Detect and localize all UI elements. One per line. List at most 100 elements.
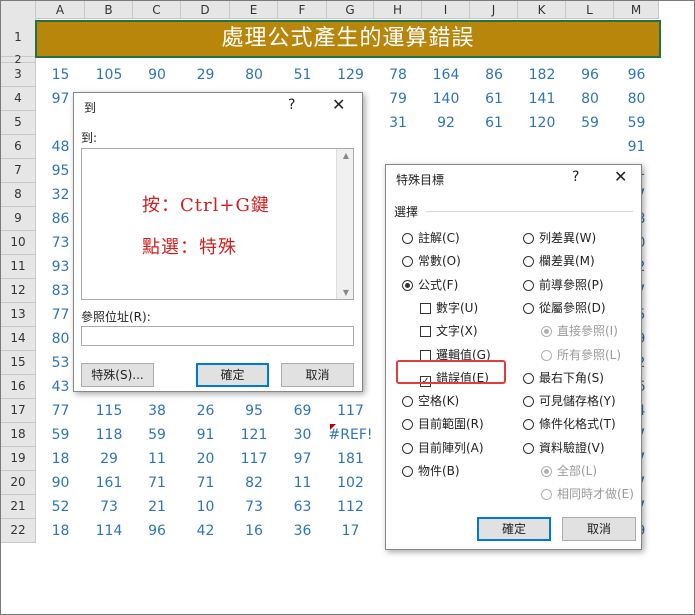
row-header-15[interactable]: 15 <box>1 351 36 375</box>
special-button[interactable]: 特殊(S)... <box>81 363 154 387</box>
cell-a21[interactable]: 52 <box>36 495 85 519</box>
radio-left_options-1[interactable]: 常數(O) <box>402 252 461 269</box>
cell-f21[interactable]: 63 <box>278 495 327 519</box>
cell-e17[interactable]: 95 <box>230 399 278 423</box>
cell-b19[interactable]: 29 <box>85 447 133 471</box>
cancel-button[interactable]: 取消 <box>281 363 354 387</box>
radio-right_options-3[interactable]: 從屬參照(D) <box>523 299 606 316</box>
radio-left_options-10[interactable]: 物件(B) <box>402 462 460 479</box>
cell-l3[interactable]: 96 <box>566 63 614 87</box>
radio-right_options-2[interactable]: 前導參照(P) <box>523 276 604 293</box>
cell-e20[interactable]: 82 <box>230 471 278 495</box>
row-header-1[interactable]: 1 <box>1 19 36 57</box>
cell-i5[interactable]: 92 <box>422 111 470 135</box>
radio-right_options-0[interactable]: 列差異(W) <box>523 229 596 246</box>
help-icon[interactable]: ? <box>572 169 579 185</box>
row-header-8[interactable]: 8 <box>1 183 36 207</box>
row-header-13[interactable]: 13 <box>1 303 36 327</box>
select-all-corner[interactable] <box>1 1 36 20</box>
row-header-18[interactable]: 18 <box>1 423 36 447</box>
cell-a22[interactable]: 18 <box>36 519 85 543</box>
cell-c17[interactable]: 38 <box>133 399 181 423</box>
cell-b20[interactable]: 161 <box>85 471 133 495</box>
cell-c22[interactable]: 96 <box>133 519 181 543</box>
cell-a19[interactable]: 18 <box>36 447 85 471</box>
cell-e21[interactable]: 73 <box>230 495 278 519</box>
row-header-21[interactable]: 21 <box>1 495 36 519</box>
cell-a18[interactable]: 59 <box>36 423 85 447</box>
cell-d22[interactable]: 42 <box>181 519 230 543</box>
row-header-20[interactable]: 20 <box>1 471 36 495</box>
column-header-m[interactable]: M <box>614 1 659 19</box>
cell-g3[interactable]: 129 <box>327 63 374 87</box>
radio-left_options-0[interactable]: 註解(C) <box>402 229 460 246</box>
cell-e22[interactable]: 16 <box>230 519 278 543</box>
row-header-19[interactable]: 19 <box>1 447 36 471</box>
column-header-b[interactable]: B <box>85 1 133 19</box>
column-header-k[interactable]: K <box>518 1 566 19</box>
goto-list-scrollbar[interactable] <box>336 149 353 299</box>
cell-a20[interactable]: 90 <box>36 471 85 495</box>
cell-c21[interactable]: 21 <box>133 495 181 519</box>
cell-j3[interactable]: 86 <box>470 63 518 87</box>
cell-f22[interactable]: 36 <box>278 519 327 543</box>
column-header-c[interactable]: C <box>133 1 181 19</box>
cell-c19[interactable]: 11 <box>133 447 181 471</box>
scroll-down-icon[interactable]: ▼ <box>343 288 349 297</box>
row-header-4[interactable]: 4 <box>1 87 36 111</box>
cell-d20[interactable]: 71 <box>181 471 230 495</box>
column-header-j[interactable]: J <box>470 1 518 19</box>
cell-j5[interactable]: 61 <box>470 111 518 135</box>
cell-l5[interactable]: 59 <box>566 111 614 135</box>
cell-b22[interactable]: 114 <box>85 519 133 543</box>
cell-b3[interactable]: 105 <box>85 63 133 87</box>
column-header-i[interactable]: I <box>422 1 470 19</box>
row-header-5[interactable]: 5 <box>1 111 36 135</box>
goto-list[interactable]: ▲ ▼ 按：Ctrl+G鍵 點選：特殊 <box>81 148 354 300</box>
cell-c20[interactable]: 71 <box>133 471 181 495</box>
cell-f3[interactable]: 51 <box>278 63 327 87</box>
cell-g19[interactable]: 181 <box>327 447 374 471</box>
radio-left_options-7[interactable]: 空格(K) <box>402 392 459 409</box>
cell-b21[interactable]: 73 <box>85 495 133 519</box>
reference-input[interactable] <box>81 326 354 346</box>
cell-e3[interactable]: 80 <box>230 63 278 87</box>
checkbox-left_options-4[interactable]: 文字(X) <box>420 322 478 339</box>
ok-button[interactable]: 確定 <box>477 517 551 541</box>
cell-g20[interactable]: 102 <box>327 471 374 495</box>
row-header-6[interactable]: 6 <box>1 135 36 159</box>
cell-d18[interactable]: 91 <box>181 423 230 447</box>
row-header-12[interactable]: 12 <box>1 279 36 303</box>
radio-left_options-9[interactable]: 目前陣列(A) <box>402 439 484 456</box>
cell-g17[interactable]: 117 <box>327 399 374 423</box>
row-header-11[interactable]: 11 <box>1 255 36 279</box>
cell-k5[interactable]: 120 <box>518 111 566 135</box>
close-icon[interactable]: ✕ <box>614 167 627 186</box>
row-header-7[interactable]: 7 <box>1 159 36 183</box>
column-header-d[interactable]: D <box>181 1 230 19</box>
cell-h4[interactable]: 79 <box>374 87 422 111</box>
radio-right_options-1[interactable]: 欄差異(M) <box>523 252 595 269</box>
cell-m4[interactable]: 80 <box>614 87 659 111</box>
row-header-10[interactable]: 10 <box>1 231 36 255</box>
cell-k4[interactable]: 141 <box>518 87 566 111</box>
cell-h3[interactable]: 78 <box>374 63 422 87</box>
close-icon[interactable]: ✕ <box>332 95 345 114</box>
row-header-3[interactable]: 3 <box>1 63 36 87</box>
cell-g22[interactable]: 17 <box>327 519 374 543</box>
cell-c18[interactable]: 59 <box>133 423 181 447</box>
cell-f20[interactable]: 11 <box>278 471 327 495</box>
cell-f18[interactable]: 30 <box>278 423 327 447</box>
help-icon[interactable]: ? <box>288 97 295 113</box>
checkbox-left_options-3[interactable]: 數字(U) <box>420 299 478 316</box>
cell-g21[interactable]: 112 <box>327 495 374 519</box>
row-header-16[interactable]: 16 <box>1 375 36 399</box>
cell-f19[interactable]: 97 <box>278 447 327 471</box>
column-header-f[interactable]: F <box>278 1 327 19</box>
cell-i3[interactable]: 164 <box>422 63 470 87</box>
cell-e18[interactable]: 121 <box>230 423 278 447</box>
cell-d17[interactable]: 26 <box>181 399 230 423</box>
cell-d3[interactable]: 29 <box>181 63 230 87</box>
cell-m3[interactable]: 96 <box>614 63 659 87</box>
column-header-a[interactable]: A <box>36 1 85 19</box>
